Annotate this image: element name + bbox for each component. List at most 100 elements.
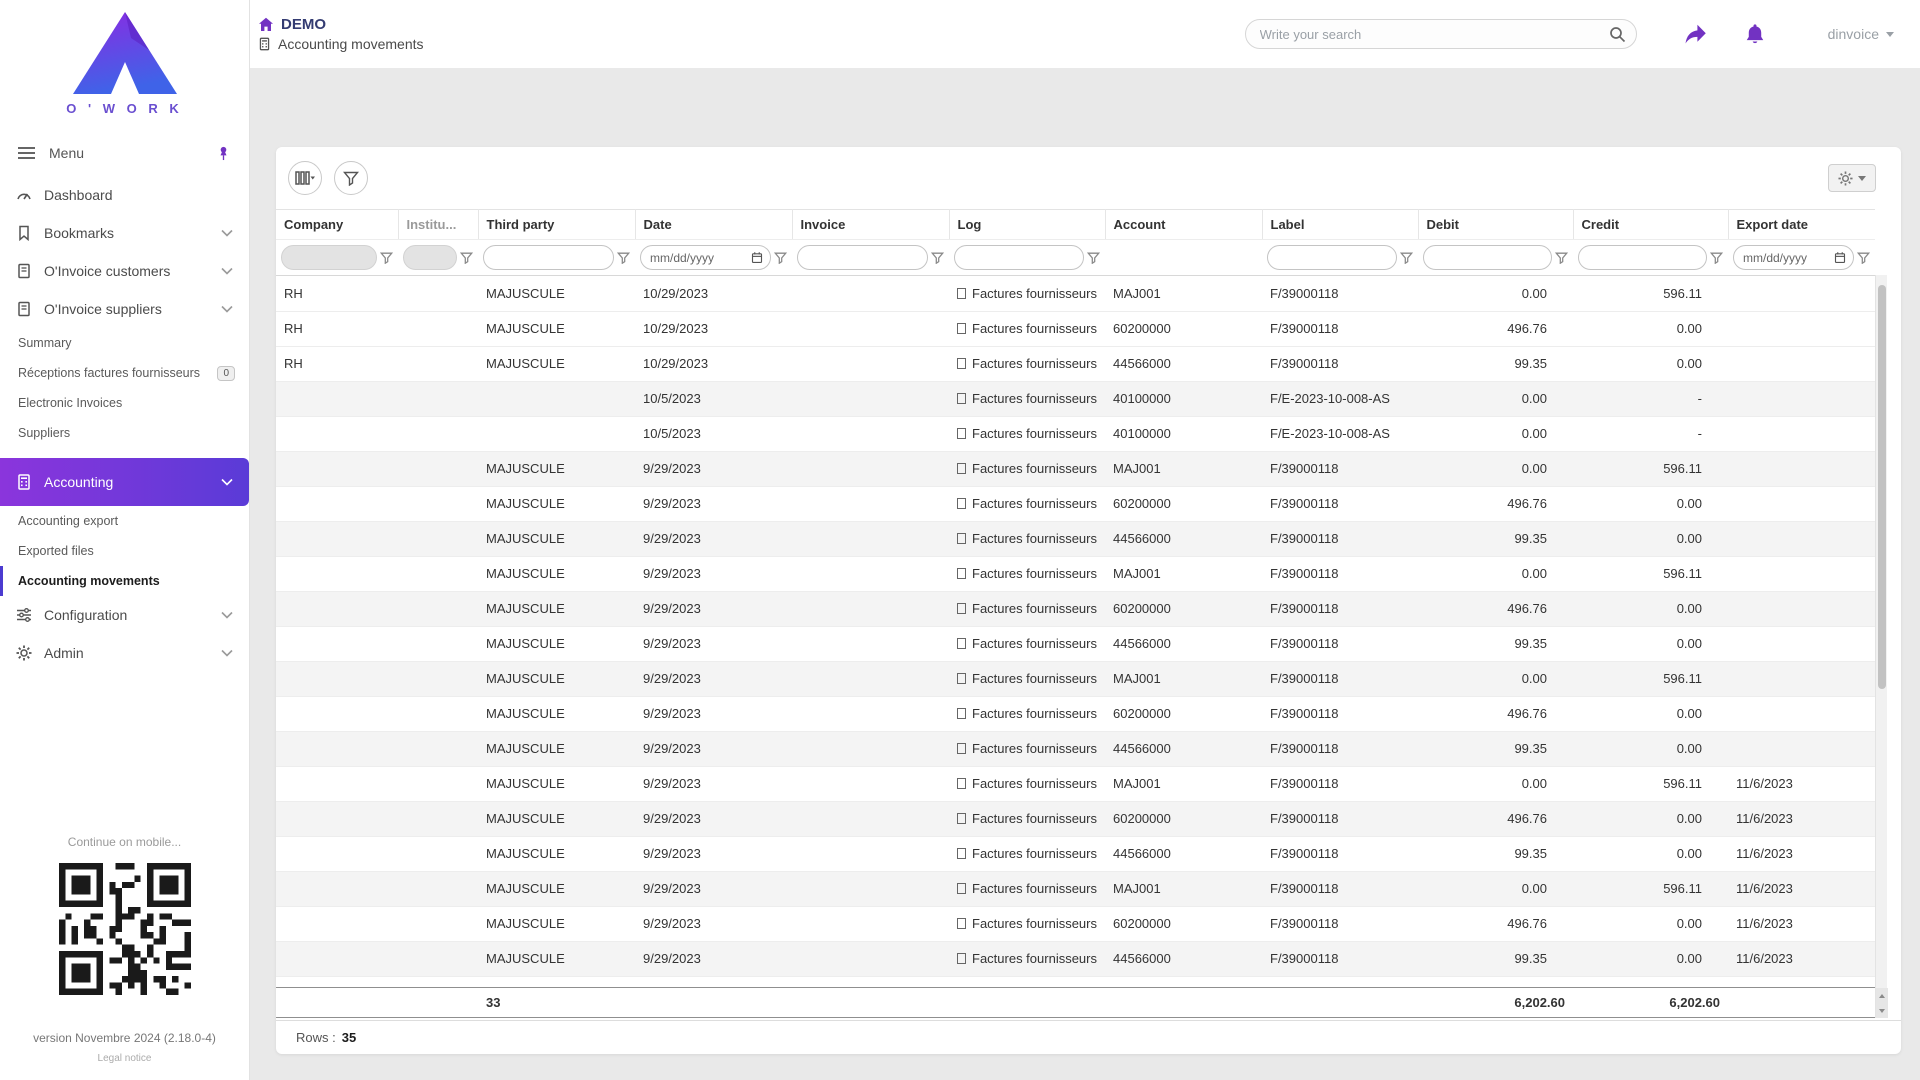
cell-invoice <box>792 766 949 801</box>
cell-export-date <box>1728 451 1875 486</box>
cell-export-date <box>1728 731 1875 766</box>
search-box[interactable] <box>1245 19 1637 49</box>
cell-label: F/39000118 <box>1262 451 1418 486</box>
sidebar-item-accounting-movements[interactable]: Accounting movements <box>0 566 249 596</box>
calendar-icon[interactable] <box>1834 251 1846 264</box>
legal-notice-link[interactable]: Legal notice <box>98 1053 152 1064</box>
cell-institution <box>398 556 478 591</box>
sidebar-item-exported-files[interactable]: Exported files <box>0 536 249 566</box>
table-row[interactable]: 10/5/2023Factures fournisseurs40100000F/… <box>276 416 1875 451</box>
search-icon[interactable] <box>1609 26 1626 43</box>
table-row[interactable]: MAJUSCULE9/29/2023Factures fournisseursM… <box>276 871 1875 906</box>
share-button[interactable] <box>1683 23 1708 45</box>
column-header-invoice[interactable]: Invoice <box>792 210 949 240</box>
filter-funnel-icon[interactable] <box>617 252 630 264</box>
cell-invoice <box>792 591 949 626</box>
sidebar-item-summary[interactable]: Summary <box>0 328 249 358</box>
sidebar-item-electronic-invoices[interactable]: Electronic Invoices <box>0 388 249 418</box>
cell-company <box>276 591 398 626</box>
table-row[interactable]: MAJUSCULE9/29/2023Factures fournisseursM… <box>276 451 1875 486</box>
cell-export-date: 11/6/2023 <box>1728 871 1875 906</box>
sidebar-item-receptions-factures[interactable]: Réceptions factures fournisseurs 0 <box>0 358 249 388</box>
filter-funnel-icon[interactable] <box>931 252 944 264</box>
log-glyph-icon <box>957 288 966 299</box>
filter-funnel-icon[interactable] <box>1555 252 1568 264</box>
sidebar-item-dashboard[interactable]: Dashboard <box>0 176 249 214</box>
filter-credit-input[interactable] <box>1578 245 1707 270</box>
table-row[interactable]: MAJUSCULE9/29/2023Factures fournisseursM… <box>276 766 1875 801</box>
sidebar-item-accounting-export[interactable]: Accounting export <box>0 506 249 536</box>
table-row[interactable]: RHMAJUSCULE10/29/2023Factures fournisseu… <box>276 276 1875 311</box>
sidebar-item-accounting[interactable]: Accounting <box>0 458 249 506</box>
table-row[interactable]: MAJUSCULE9/29/2023Factures fournisseurs6… <box>276 696 1875 731</box>
column-header-date[interactable]: Date <box>635 210 792 240</box>
sidebar-item-suppliers[interactable]: Suppliers <box>0 418 249 448</box>
log-glyph-icon <box>957 673 966 684</box>
sidebar-item-bookmarks[interactable]: Bookmarks <box>0 214 249 252</box>
pin-sidebar-icon[interactable] <box>216 145 231 161</box>
table-settings-button[interactable] <box>1828 164 1876 192</box>
sidebar-item-oinvoice-customers[interactable]: O'Invoice customers <box>0 252 249 290</box>
column-header-company[interactable]: Company <box>276 210 398 240</box>
table-row[interactable]: MAJUSCULE9/29/2023Factures fournisseursM… <box>276 556 1875 591</box>
table-row[interactable]: MAJUSCULE9/29/2023Factures fournisseurs6… <box>276 906 1875 941</box>
cell-invoice <box>792 556 949 591</box>
table-row[interactable]: MAJUSCULE9/29/2023Factures fournisseurs4… <box>276 521 1875 556</box>
scrollbar-thumb[interactable] <box>1878 285 1886 689</box>
table-row[interactable]: MAJUSCULE9/29/2023Factures fournisseursM… <box>276 661 1875 696</box>
cell-export-date <box>1728 416 1875 451</box>
column-header-credit[interactable]: Credit <box>1573 210 1728 240</box>
column-header-log[interactable]: Log <box>949 210 1105 240</box>
cell-label: F/39000118 <box>1262 731 1418 766</box>
column-header-label[interactable]: Label <box>1262 210 1418 240</box>
filter-funnel-icon[interactable] <box>774 252 787 264</box>
cell-log: Factures fournisseurs <box>949 731 1105 766</box>
table-row[interactable]: 10/5/2023Factures fournisseurs40100000F/… <box>276 381 1875 416</box>
column-header-third-party[interactable]: Third party <box>478 210 635 240</box>
column-header-export-date[interactable]: Export date <box>1728 210 1875 240</box>
cell-account: 40100000 <box>1105 381 1262 416</box>
table-row[interactable]: MAJUSCULE9/29/2023Factures fournisseurs4… <box>276 941 1875 976</box>
sidebar-item-oinvoice-suppliers[interactable]: O'Invoice suppliers <box>0 290 249 328</box>
filter-funnel-icon[interactable] <box>460 252 473 264</box>
filter-third-party-input[interactable] <box>483 245 614 270</box>
filter-funnel-icon[interactable] <box>1857 252 1870 264</box>
filter-label-input[interactable] <box>1267 245 1397 270</box>
table-row[interactable]: RHMAJUSCULE10/29/2023Factures fournisseu… <box>276 346 1875 381</box>
filter-company-input[interactable] <box>281 245 377 270</box>
filter-funnel-icon[interactable] <box>1710 252 1723 264</box>
table-row[interactable]: MAJUSCULE9/29/2023Factures fournisseurs6… <box>276 486 1875 521</box>
scroll-down-button[interactable] <box>1876 1003 1888 1018</box>
cell-institution <box>398 486 478 521</box>
user-menu[interactable]: dinvoice <box>1828 26 1894 42</box>
hamburger-icon[interactable] <box>18 146 35 160</box>
column-header-debit[interactable]: Debit <box>1418 210 1573 240</box>
sidebar-item-configuration[interactable]: Configuration <box>0 596 249 634</box>
column-header-institution[interactable]: Institu... <box>398 210 478 240</box>
cell-debit: 0.00 <box>1418 276 1573 311</box>
table-row[interactable]: MAJUSCULE9/29/2023Factures fournisseurs4… <box>276 626 1875 661</box>
table-row[interactable]: MAJUSCULE9/29/2023Factures fournisseurs6… <box>276 801 1875 836</box>
table-row[interactable]: MAJUSCULE9/29/2023Factures fournisseurs6… <box>276 591 1875 626</box>
notifications-button[interactable] <box>1744 23 1766 46</box>
filter-invoice-input[interactable] <box>797 245 928 270</box>
filter-funnel-icon[interactable] <box>380 252 393 264</box>
menu-header: Menu <box>0 136 249 170</box>
filter-institution-input[interactable] <box>403 245 457 270</box>
column-header-account[interactable]: Account <box>1105 210 1262 240</box>
scroll-up-button[interactable] <box>1876 988 1888 1003</box>
search-input[interactable] <box>1260 27 1609 42</box>
sidebar-item-admin[interactable]: Admin <box>0 634 249 672</box>
filter-toggle-button[interactable] <box>334 161 368 195</box>
filter-log-input[interactable] <box>954 245 1084 270</box>
vertical-scrollbar[interactable] <box>1875 275 1887 1018</box>
table-row[interactable]: MAJUSCULE9/29/2023Factures fournisseurs4… <box>276 731 1875 766</box>
calendar-icon[interactable] <box>751 251 763 264</box>
table-row[interactable]: MAJUSCULE9/29/2023Factures fournisseurs4… <box>276 836 1875 871</box>
filter-funnel-icon[interactable] <box>1087 252 1100 264</box>
column-chooser-button[interactable] <box>288 161 322 195</box>
filter-debit-input[interactable] <box>1423 245 1552 270</box>
filter-funnel-icon[interactable] <box>1400 252 1413 264</box>
totals-count: 33 <box>478 988 635 1018</box>
table-row[interactable]: RHMAJUSCULE10/29/2023Factures fournisseu… <box>276 311 1875 346</box>
